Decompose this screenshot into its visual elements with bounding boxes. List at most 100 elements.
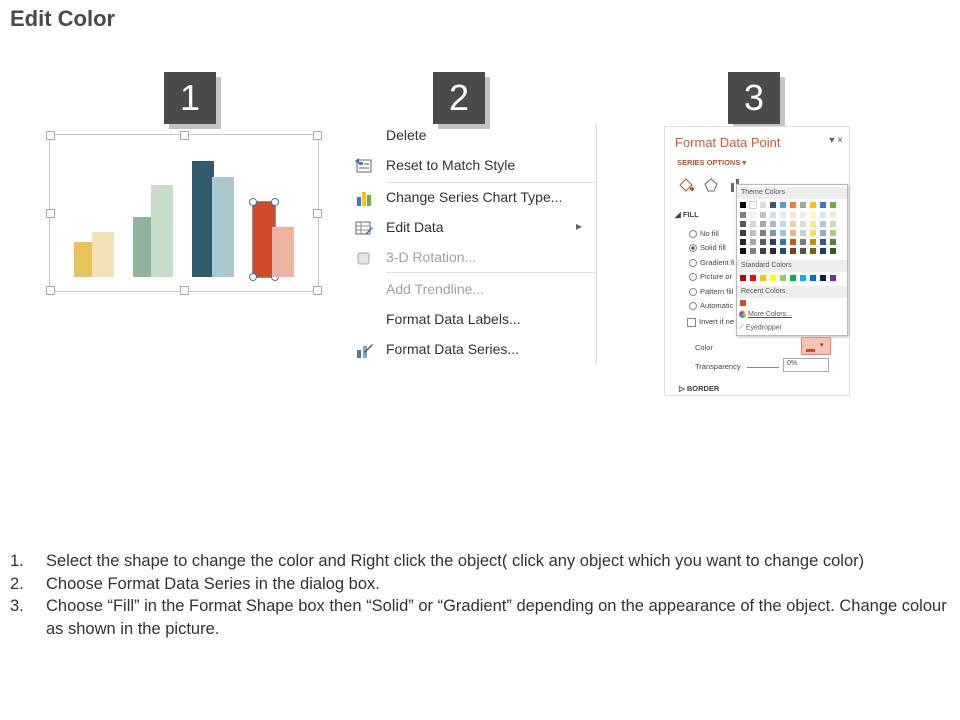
menu-item-add-trendline[interactable]: Add Trendline...	[350, 278, 596, 302]
theme-shade-swatch[interactable]	[740, 230, 746, 236]
radio-button[interactable]	[689, 230, 697, 239]
resize-handle-bottom-left[interactable]	[46, 286, 55, 295]
theme-shade-swatch[interactable]	[830, 212, 836, 218]
chart-bar[interactable]	[272, 227, 294, 277]
fill-line-icon[interactable]	[677, 177, 695, 195]
selection-handle[interactable]	[271, 198, 279, 206]
menu-item-3d-rotation[interactable]: 3-D Rotation...	[350, 246, 596, 270]
theme-color-swatch[interactable]	[830, 202, 836, 208]
theme-shade-swatch[interactable]	[810, 239, 816, 245]
theme-shade-swatch[interactable]	[800, 248, 806, 254]
theme-shade-swatch[interactable]	[750, 239, 756, 245]
theme-shade-swatch[interactable]	[780, 212, 786, 218]
fill-section-header[interactable]: ◢ FILL	[675, 210, 699, 219]
theme-shade-swatch[interactable]	[820, 248, 826, 254]
theme-shade-swatch[interactable]	[790, 230, 796, 236]
resize-handle-bottom-right[interactable]	[313, 286, 322, 295]
resize-handle-left[interactable]	[46, 209, 55, 218]
resize-handle-top-left[interactable]	[46, 131, 55, 140]
theme-shade-swatch[interactable]	[750, 248, 756, 254]
menu-item-edit-data[interactable]: Edit Data ▸	[350, 216, 596, 240]
standard-color-swatch[interactable]	[810, 275, 816, 281]
color-picker-button[interactable]: ▾	[801, 337, 831, 355]
menu-item-reset-style[interactable]: Reset to Match Style	[350, 154, 596, 178]
effects-icon[interactable]	[703, 177, 719, 195]
chart-preview[interactable]	[46, 131, 322, 295]
theme-shade-swatch[interactable]	[760, 230, 766, 236]
chart-bar[interactable]	[192, 161, 214, 277]
fill-option-picture[interactable]: Picture or	[689, 272, 732, 282]
recent-color-swatch[interactable]	[740, 300, 746, 306]
theme-shade-swatch[interactable]	[800, 239, 806, 245]
resize-handle-top-right[interactable]	[313, 131, 322, 140]
radio-button[interactable]	[689, 288, 697, 297]
chart-bar[interactable]	[212, 177, 234, 277]
theme-shade-swatch[interactable]	[790, 221, 796, 227]
theme-shade-swatch[interactable]	[790, 212, 796, 218]
fill-option-automatic[interactable]: Automatic	[689, 301, 733, 311]
theme-shade-swatch[interactable]	[810, 230, 816, 236]
standard-color-swatch[interactable]	[830, 275, 836, 281]
radio-button[interactable]	[689, 244, 697, 253]
resize-handle-right[interactable]	[313, 209, 322, 218]
theme-shade-swatch[interactable]	[770, 221, 776, 227]
theme-shade-swatch[interactable]	[740, 239, 746, 245]
standard-color-swatch[interactable]	[790, 275, 796, 281]
standard-color-swatch[interactable]	[740, 275, 746, 281]
theme-shade-swatch[interactable]	[780, 230, 786, 236]
theme-shade-swatch[interactable]	[810, 212, 816, 218]
transparency-input[interactable]: 0%	[783, 358, 829, 372]
selection-handle[interactable]	[249, 198, 257, 206]
standard-color-swatch[interactable]	[770, 275, 776, 281]
theme-shade-swatch[interactable]	[780, 248, 786, 254]
invert-if-negative-checkbox[interactable]: Invert if ne	[687, 317, 734, 327]
standard-color-swatch[interactable]	[750, 275, 756, 281]
theme-shade-swatch[interactable]	[810, 221, 816, 227]
theme-shade-swatch[interactable]	[820, 239, 826, 245]
series-options-dropdown[interactable]: SERIES OPTIONS ▾	[677, 158, 746, 167]
theme-shade-swatch[interactable]	[770, 248, 776, 254]
theme-color-swatch[interactable]	[800, 202, 806, 208]
theme-color-swatch[interactable]	[780, 202, 786, 208]
theme-color-swatch[interactable]	[810, 202, 816, 208]
fill-option-pattern[interactable]: Pattern fill	[689, 287, 733, 297]
theme-shade-swatch[interactable]	[790, 248, 796, 254]
theme-shade-swatch[interactable]	[760, 248, 766, 254]
theme-shade-swatch[interactable]	[830, 221, 836, 227]
theme-shade-swatch[interactable]	[750, 212, 756, 218]
theme-shade-swatch[interactable]	[810, 248, 816, 254]
transparency-slider[interactable]	[747, 367, 779, 368]
theme-shade-swatch[interactable]	[760, 212, 766, 218]
theme-shade-swatch[interactable]	[820, 221, 826, 227]
more-colors-item[interactable]: More Colors...	[739, 311, 792, 318]
menu-item-format-data-series[interactable]: Format Data Series...	[350, 338, 596, 362]
eyedropper-item[interactable]: ⟋ Eyedropper	[739, 324, 782, 332]
chart-bar[interactable]	[92, 232, 114, 277]
border-section-header[interactable]: ▷ BORDER	[679, 384, 719, 393]
theme-shade-swatch[interactable]	[830, 248, 836, 254]
chart-bar[interactable]	[151, 185, 173, 277]
theme-color-swatch[interactable]	[760, 202, 766, 208]
theme-shade-swatch[interactable]	[760, 239, 766, 245]
fill-option-no-fill[interactable]: No fill	[689, 229, 719, 239]
radio-button[interactable]	[689, 259, 697, 268]
menu-item-format-data-labels[interactable]: Format Data Labels...	[350, 308, 596, 332]
radio-button[interactable]	[689, 273, 697, 282]
theme-shade-swatch[interactable]	[740, 212, 746, 218]
theme-shade-swatch[interactable]	[830, 230, 836, 236]
theme-shade-swatch[interactable]	[770, 212, 776, 218]
theme-shade-swatch[interactable]	[800, 230, 806, 236]
fill-option-gradient[interactable]: Gradient fi	[689, 258, 735, 268]
standard-color-swatch[interactable]	[780, 275, 786, 281]
radio-button[interactable]	[689, 302, 697, 311]
menu-item-change-chart-type[interactable]: Change Series Chart Type...	[350, 186, 596, 210]
theme-color-swatch[interactable]	[790, 202, 796, 208]
theme-color-swatch[interactable]	[820, 202, 826, 208]
theme-shade-swatch[interactable]	[770, 239, 776, 245]
standard-color-swatch[interactable]	[800, 275, 806, 281]
theme-shade-swatch[interactable]	[760, 221, 766, 227]
theme-shade-swatch[interactable]	[780, 239, 786, 245]
theme-shade-swatch[interactable]	[790, 239, 796, 245]
theme-shade-swatch[interactable]	[770, 230, 776, 236]
menu-item-delete[interactable]: Delete	[350, 124, 596, 148]
